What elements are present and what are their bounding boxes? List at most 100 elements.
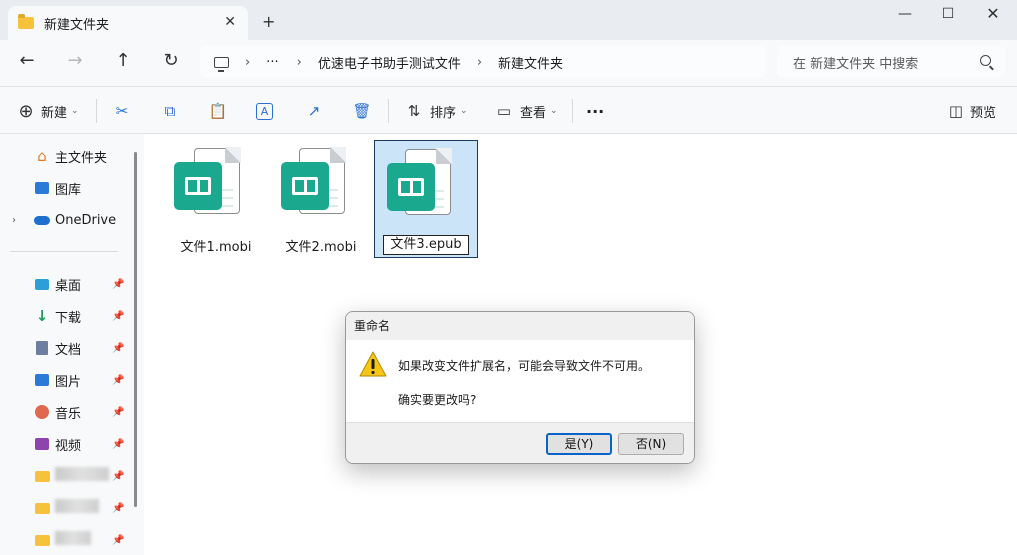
minimize-button[interactable]: — — [882, 4, 928, 28]
close-window-button[interactable]: ✕ — [970, 4, 1016, 28]
maximize-button[interactable]: ☐ — [925, 4, 971, 28]
dialog-title: 重命名 — [346, 312, 694, 340]
breadcrumb-chevron-icon[interactable]: › — [477, 55, 482, 70]
redacted-label — [55, 499, 99, 517]
warning-icon — [359, 351, 387, 377]
sidebar-item-redacted-folder[interactable]: 📌 — [0, 494, 132, 522]
sidebar-item-music[interactable]: 音乐 📌 — [0, 398, 132, 426]
file-item[interactable]: 文件1.mobi — [164, 140, 268, 258]
sidebar-item-gallery[interactable]: 图库 — [0, 174, 132, 202]
book-icon — [281, 162, 329, 210]
chevron-down-icon: ⌄ — [71, 106, 79, 116]
pin-icon[interactable]: 📌 — [112, 343, 124, 354]
share-icon: ↗ — [307, 102, 321, 120]
tab-current-folder[interactable]: 新建文件夹 ✕ — [8, 6, 248, 40]
forward-button[interactable]: → — [61, 50, 89, 74]
rename-button[interactable]: A — [256, 99, 273, 123]
breadcrumb[interactable]: › ··· › 优速电子书助手测试文件 › 新建文件夹 — [200, 46, 766, 78]
address-bar: ← → ↑ ↻ › ··· › 优速电子书助手测试文件 › 新建文件夹 在 新建… — [0, 40, 1017, 86]
sidebar-item-label: 下载 — [55, 310, 82, 326]
cut-icon: ✂ — [115, 102, 129, 120]
redacted-label — [55, 531, 91, 549]
search-input[interactable]: 在 新建文件夹 中搜索 — [777, 46, 1005, 78]
pin-icon[interactable]: 📌 — [112, 503, 124, 514]
new-label: 新建 — [41, 105, 68, 121]
cut-button[interactable]: ✂ — [112, 99, 132, 123]
pin-icon[interactable]: 📌 — [112, 375, 124, 386]
tab-close-button[interactable]: ✕ — [224, 14, 236, 30]
sidebar-item-redacted-folder[interactable]: 📌 — [0, 526, 132, 554]
sort-label: 排序 — [430, 105, 457, 121]
sidebar-item-label: 图片 — [55, 374, 82, 390]
search-icon[interactable] — [980, 55, 991, 66]
sidebar-item-label: OneDrive — [55, 212, 117, 228]
pin-icon[interactable]: 📌 — [112, 535, 124, 546]
refresh-button[interactable]: ↻ — [157, 50, 185, 74]
file-item[interactable]: 文件2.mobi — [269, 140, 373, 258]
view-button[interactable]: ▭ 查看 ⌄ — [494, 99, 558, 123]
delete-button[interactable]: 🗑 — [352, 99, 372, 123]
folder-icon — [18, 14, 34, 29]
chevron-down-icon: ⌄ — [460, 106, 468, 116]
document-icon — [34, 340, 50, 356]
breadcrumb-item-parent[interactable]: 优速电子书助手测试文件 — [318, 53, 461, 72]
preview-pane-icon: ◫ — [948, 102, 964, 120]
add-icon: ⊕ — [18, 100, 34, 122]
pin-icon[interactable]: 📌 — [112, 471, 124, 482]
up-button[interactable]: ↑ — [109, 50, 137, 74]
paste-button[interactable]: 📋 — [208, 99, 228, 123]
back-button[interactable]: ← — [13, 50, 41, 74]
dialog-body: 如果改变文件扩展名，可能会导致文件不可用。 确实要更改吗? — [346, 340, 694, 422]
new-tab-button[interactable]: + — [262, 12, 275, 31]
sort-button[interactable]: ⇅ 排序 ⌄ — [404, 99, 468, 123]
preview-label: 预览 — [970, 105, 997, 121]
breadcrumb-item-current[interactable]: 新建文件夹 — [498, 53, 563, 72]
sidebar-item-label: 桌面 — [55, 278, 82, 294]
this-pc-icon[interactable] — [214, 56, 229, 72]
sidebar-item-label: 视频 — [55, 438, 82, 454]
navigation-pane: ⌂ 主文件夹 图库 › OneDrive 桌面 📌 ↓ 下载 📌 文档 📌 图片… — [0, 134, 144, 555]
copy-button[interactable]: ⧉ — [160, 99, 180, 123]
folder-icon — [34, 532, 50, 548]
yes-button[interactable]: 是(Y) — [546, 433, 612, 455]
sidebar-scrollbar[interactable] — [134, 152, 137, 507]
sidebar-item-pictures[interactable]: 图片 📌 — [0, 366, 132, 394]
sidebar-item-onedrive[interactable]: › OneDrive — [0, 206, 132, 234]
breadcrumb-overflow[interactable]: ··· — [266, 55, 278, 70]
sidebar-item-downloads[interactable]: ↓ 下载 📌 — [0, 302, 132, 330]
sidebar-divider — [10, 251, 118, 252]
rename-input[interactable]: 文件3.epub — [383, 235, 469, 255]
dialog-message: 如果改变文件扩展名，可能会导致文件不可用。 — [398, 359, 651, 373]
search-placeholder: 在 新建文件夹 中搜索 — [793, 56, 919, 72]
share-button[interactable]: ↗ — [304, 99, 324, 123]
music-icon — [34, 404, 50, 420]
pin-icon[interactable]: 📌 — [112, 407, 124, 418]
pin-icon[interactable]: 📌 — [112, 439, 124, 450]
view-label: 查看 — [520, 105, 547, 121]
desktop-icon — [34, 276, 50, 292]
new-button[interactable]: ⊕ 新建 ⌄ — [16, 99, 79, 123]
preview-pane-button[interactable]: ◫ 预览 — [946, 99, 996, 123]
file-item-selected[interactable]: 文件3.epub — [374, 140, 478, 258]
sidebar-item-documents[interactable]: 文档 📌 — [0, 334, 132, 362]
book-icon — [174, 162, 222, 210]
redacted-label — [55, 467, 109, 485]
sidebar-item-videos[interactable]: 视频 📌 — [0, 430, 132, 458]
download-icon: ↓ — [35, 307, 49, 325]
toolbar-divider — [572, 99, 573, 123]
sidebar-item-home[interactable]: ⌂ 主文件夹 — [0, 142, 132, 170]
breadcrumb-chevron-icon[interactable]: › — [297, 55, 302, 70]
pin-icon[interactable]: 📌 — [112, 311, 124, 322]
folder-icon — [34, 500, 50, 516]
more-options-button[interactable]: ··· — [586, 99, 604, 123]
expand-chevron-icon[interactable]: › — [12, 215, 16, 226]
cloud-icon — [34, 212, 50, 228]
trash-icon: 🗑 — [352, 102, 372, 120]
sidebar-item-label: 文档 — [55, 342, 82, 358]
sidebar-item-desktop[interactable]: 桌面 📌 — [0, 270, 132, 298]
breadcrumb-chevron-icon[interactable]: › — [245, 55, 250, 70]
sidebar-item-redacted-folder[interactable]: 📌 — [0, 462, 132, 490]
pin-icon[interactable]: 📌 — [112, 279, 124, 290]
file-name: 文件1.mobi — [180, 240, 252, 255]
no-button[interactable]: 否(N) — [618, 433, 684, 455]
